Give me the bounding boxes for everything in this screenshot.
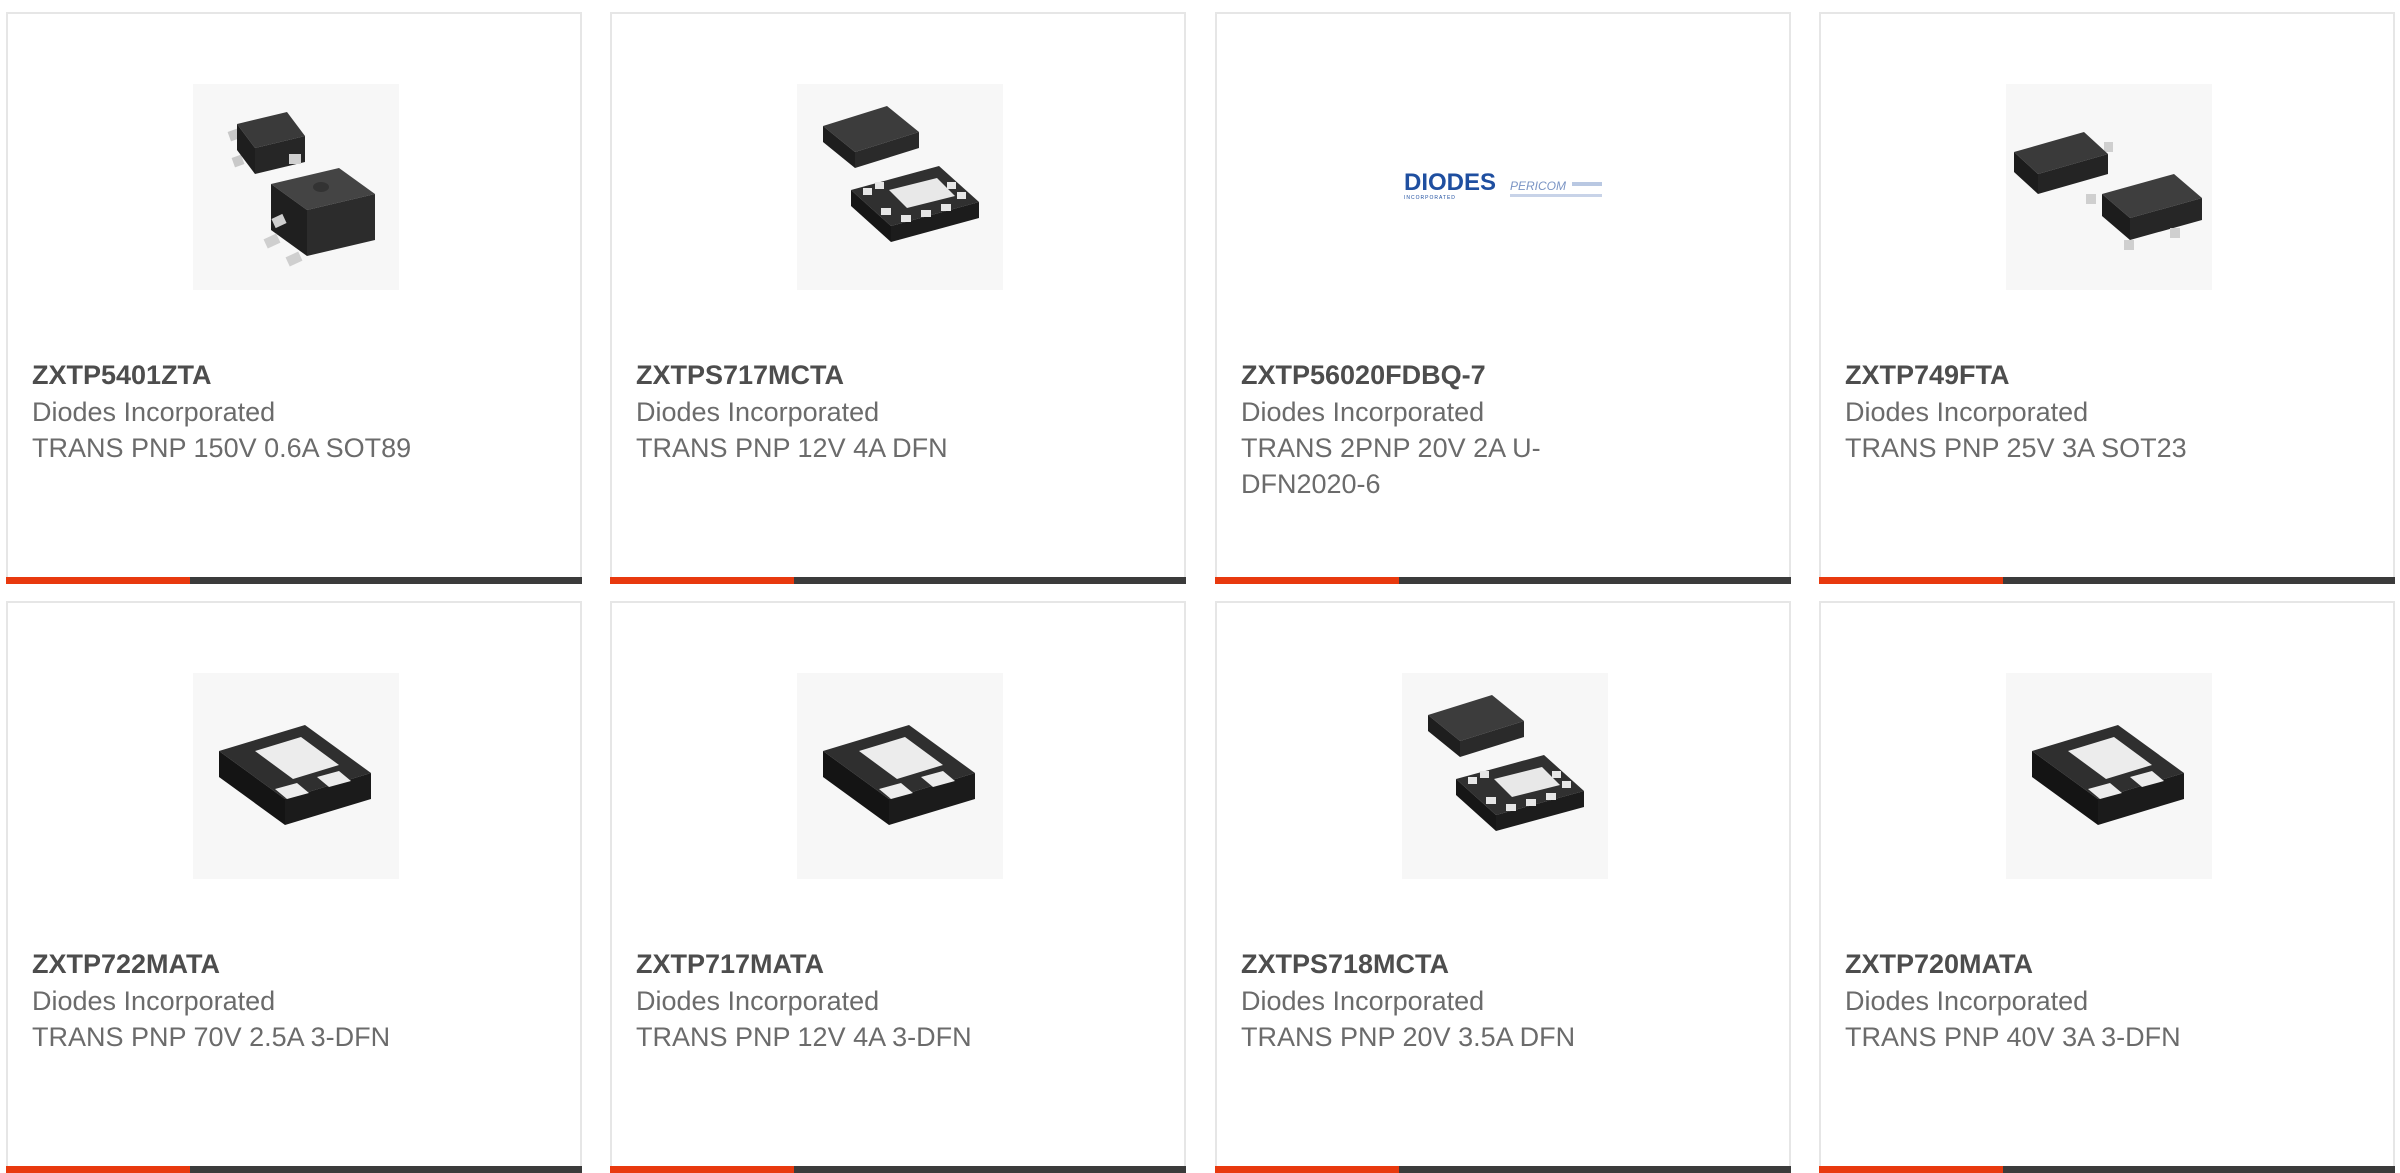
- product-info: ZXTPS717MCTA Diodes Incorporated TRANS P…: [636, 356, 1096, 466]
- manufacturer: Diodes Incorporated: [1845, 397, 2089, 427]
- card-bottom-bar: [1819, 1166, 2395, 1173]
- svg-text:PERICOM: PERICOM: [1510, 179, 1566, 193]
- manufacturer: Diodes Incorporated: [1845, 986, 2089, 1016]
- product-card[interactable]: ZXTP717MATA Diodes Incorporated TRANS PN…: [610, 601, 1186, 1173]
- card-accent: [610, 577, 794, 584]
- product-grid: ZXTP5401ZTA Diodes Incorporated TRANS PN…: [0, 0, 2400, 1173]
- dfn3-package-icon: [2032, 725, 2184, 825]
- description: TRANS PNP 40V 3A 3-DFN: [1845, 1022, 2181, 1052]
- card-accent: [6, 577, 190, 584]
- manufacturer: Diodes Incorporated: [636, 397, 880, 427]
- svg-text:INCORPORATED: INCORPORATED: [1404, 195, 1456, 201]
- product-image[interactable]: [797, 673, 1003, 879]
- dfn3-package-icon: [823, 725, 975, 825]
- card-accent: [1819, 577, 2003, 584]
- product-card[interactable]: ZXTP720MATA Diodes Incorporated TRANS PN…: [1819, 601, 2395, 1173]
- card-bottom-bar: [6, 1166, 582, 1173]
- diodes-pericom-logo: DIODES INCORPORATED PERICOM: [1404, 169, 1602, 201]
- product-image[interactable]: [193, 673, 399, 879]
- product-info: ZXTPS718MCTA Diodes Incorporated TRANS P…: [1241, 945, 1701, 1055]
- card-bottom-bar: [1819, 577, 2395, 584]
- product-card[interactable]: ZXTP722MATA Diodes Incorporated TRANS PN…: [6, 601, 582, 1173]
- manufacturer: Diodes Incorporated: [32, 397, 276, 427]
- description: TRANS 2PNP 20V 2A U-DFN2020-6: [1241, 433, 1541, 499]
- part-number[interactable]: ZXTP722MATA: [32, 945, 492, 983]
- part-number[interactable]: ZXTP5401ZTA: [32, 356, 492, 394]
- product-card[interactable]: ZXTP749FTA Diodes Incorporated TRANS PNP…: [1819, 12, 2395, 584]
- product-card[interactable]: DIODES INCORPORATED PERICOM ZXTP56020FDB…: [1215, 12, 1791, 584]
- product-info: ZXTP5401ZTA Diodes Incorporated TRANS PN…: [32, 356, 492, 466]
- card-accent: [610, 1166, 794, 1173]
- dfn3-package-icon: [219, 725, 371, 825]
- product-image[interactable]: DIODES INCORPORATED PERICOM: [1402, 84, 1608, 290]
- product-info: ZXTP722MATA Diodes Incorporated TRANS PN…: [32, 945, 492, 1055]
- manufacturer: Diodes Incorporated: [1241, 397, 1485, 427]
- description: TRANS PNP 70V 2.5A 3-DFN: [32, 1022, 391, 1052]
- description: TRANS PNP 20V 3.5A DFN: [1241, 1022, 1576, 1052]
- manufacturer: Diodes Incorporated: [636, 986, 880, 1016]
- product-image[interactable]: [1402, 673, 1608, 879]
- product-image[interactable]: [797, 84, 1003, 290]
- card-accent: [1215, 1166, 1399, 1173]
- svg-text:DIODES: DIODES: [1404, 169, 1496, 196]
- dfn8-package-icon: [1428, 695, 1584, 831]
- part-number[interactable]: ZXTPS718MCTA: [1241, 945, 1701, 983]
- description: TRANS PNP 150V 0.6A SOT89: [32, 433, 412, 463]
- manufacturer: Diodes Incorporated: [1241, 986, 1485, 1016]
- description: TRANS PNP 12V 4A DFN: [636, 433, 948, 463]
- product-info: ZXTP717MATA Diodes Incorporated TRANS PN…: [636, 945, 1096, 1055]
- part-number[interactable]: ZXTP720MATA: [1845, 945, 2305, 983]
- description: TRANS PNP 25V 3A SOT23: [1845, 433, 2187, 463]
- product-image[interactable]: [2006, 673, 2212, 879]
- card-bottom-bar: [6, 577, 582, 584]
- card-bottom-bar: [1215, 1166, 1791, 1173]
- sot23-package-icon: [2014, 132, 2202, 250]
- dfn8-package-icon: [823, 106, 979, 242]
- card-bottom-bar: [610, 1166, 1186, 1173]
- part-number[interactable]: ZXTP749FTA: [1845, 356, 2305, 394]
- description: TRANS PNP 12V 4A 3-DFN: [636, 1022, 972, 1052]
- manufacturer: Diodes Incorporated: [32, 986, 276, 1016]
- part-number[interactable]: ZXTP717MATA: [636, 945, 1096, 983]
- product-image[interactable]: [193, 84, 399, 290]
- product-card[interactable]: ZXTP5401ZTA Diodes Incorporated TRANS PN…: [6, 12, 582, 584]
- card-accent: [1819, 1166, 2003, 1173]
- part-number[interactable]: ZXTPS717MCTA: [636, 356, 1096, 394]
- sot89-package-icon: [227, 112, 375, 267]
- part-number[interactable]: ZXTP56020FDBQ-7: [1241, 356, 1701, 394]
- product-card[interactable]: ZXTPS717MCTA Diodes Incorporated TRANS P…: [610, 12, 1186, 584]
- card-accent: [6, 1166, 190, 1173]
- product-image[interactable]: [2006, 84, 2212, 290]
- product-info: ZXTP56020FDBQ-7 Diodes Incorporated TRAN…: [1241, 356, 1701, 502]
- card-accent: [1215, 577, 1399, 584]
- card-bottom-bar: [610, 577, 1186, 584]
- product-info: ZXTP749FTA Diodes Incorporated TRANS PNP…: [1845, 356, 2305, 466]
- product-card[interactable]: ZXTPS718MCTA Diodes Incorporated TRANS P…: [1215, 601, 1791, 1173]
- card-bottom-bar: [1215, 577, 1791, 584]
- product-info: ZXTP720MATA Diodes Incorporated TRANS PN…: [1845, 945, 2305, 1055]
